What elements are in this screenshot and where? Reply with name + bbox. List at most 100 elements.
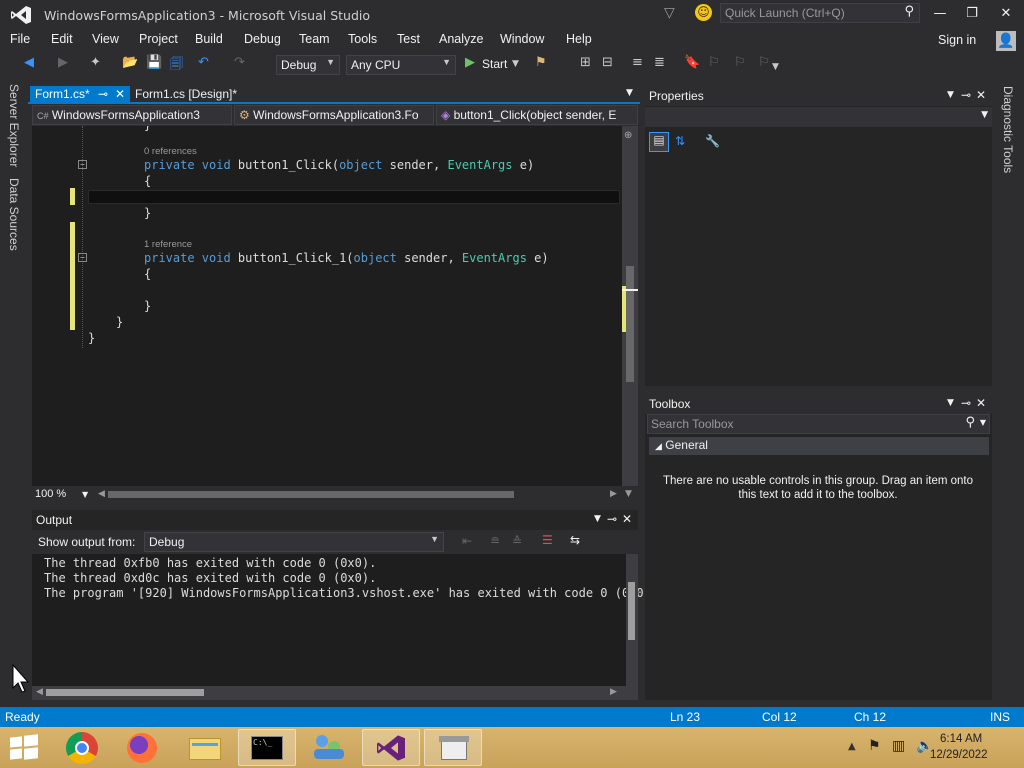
window-position-icon[interactable]: ▼ <box>947 90 954 100</box>
scrollbar-thumb[interactable] <box>628 582 635 640</box>
zoom-level[interactable]: 100 % <box>35 488 66 500</box>
output-vertical-scrollbar[interactable] <box>626 554 638 686</box>
menu-tools[interactable]: Tools <box>348 32 377 46</box>
codelens-references[interactable]: 0 references <box>144 146 197 157</box>
scroll-right-icon[interactable]: ▶ <box>610 687 617 697</box>
taskbar-visual-studio-icon[interactable] <box>362 729 420 766</box>
account-avatar-icon[interactable]: 👤 <box>996 31 1016 51</box>
toggle-word-wrap-icon[interactable]: ⇆ <box>570 533 580 547</box>
class-view-icon[interactable]: ⊟ <box>602 55 613 70</box>
output-source-select[interactable]: Debug ▼ <box>144 532 444 552</box>
clock-time[interactable]: 6:14 AM <box>940 733 982 745</box>
new-project-icon[interactable]: ✦ <box>90 55 101 70</box>
restore-button[interactable]: ❐ <box>962 4 982 24</box>
close-icon[interactable]: ✕ <box>976 396 986 410</box>
redo-icon[interactable]: ↷ <box>234 55 245 70</box>
search-icon[interactable]: ⚲ <box>965 415 975 430</box>
toolbox-search-box[interactable]: ⚲ ▼ <box>647 414 990 434</box>
member-dropdown[interactable]: ◈ button1_Click(object sender, E <box>436 105 638 125</box>
project-dropdown[interactable]: C# WindowsFormsApplication3 <box>32 105 232 125</box>
close-tab-icon[interactable]: ✕ <box>115 87 125 101</box>
output-text-area[interactable]: The thread 0xfb0 has exited with code 0 … <box>32 554 644 686</box>
tab-form1-design[interactable]: Form1.cs [Design]* <box>130 86 260 104</box>
categorized-icon[interactable]: ▤ <box>649 132 669 152</box>
window-position-icon[interactable]: ▼ <box>594 514 601 524</box>
network-icon[interactable]: ▥ <box>892 738 905 754</box>
quick-launch-box[interactable]: ⚲ <box>720 3 920 23</box>
bookmark-icon[interactable]: 🔖 <box>684 55 700 70</box>
undo-icon[interactable]: ↶ <box>198 55 209 70</box>
clear-bookmarks-icon[interactable]: ⚐ <box>758 55 770 70</box>
menu-edit[interactable]: Edit <box>51 32 73 46</box>
collapse-icon[interactable]: − <box>78 160 87 169</box>
start-button[interactable]: Start <box>482 57 507 71</box>
taskbar-file-explorer-icon[interactable] <box>176 729 234 766</box>
navigate-back-icon[interactable]: ◀ <box>24 55 34 70</box>
diagnostic-tools-tab[interactable]: Diagnostic Tools <box>1001 86 1015 173</box>
browser-link-icon[interactable]: ⚑ <box>535 55 547 70</box>
editor-vertical-scrollbar[interactable]: ⊕ <box>622 126 638 486</box>
navigate-forward-icon[interactable]: ▶ <box>58 55 68 70</box>
scroll-left-icon[interactable]: ◀ <box>98 489 105 499</box>
object-selector-dropdown[interactable]: ▼ <box>645 107 992 127</box>
prev-message-icon[interactable]: ≘ <box>490 534 500 548</box>
show-hidden-icons-icon[interactable]: ▲ <box>848 741 856 752</box>
toolbar-overflow-icon[interactable]: ▼ <box>772 62 779 72</box>
next-bookmark-icon[interactable]: ⚐ <box>734 55 746 70</box>
comment-lines-icon[interactable]: ≡ <box>632 55 643 70</box>
collapse-icon[interactable]: − <box>78 253 87 262</box>
zoom-dropdown-icon[interactable]: ▼ <box>82 490 88 499</box>
search-icon[interactable]: ⚲ <box>904 4 914 19</box>
toolbox-search-input[interactable] <box>651 416 951 432</box>
split-icon[interactable]: ⊕ <box>624 130 632 141</box>
save-all-icon[interactable]: 🗐 <box>170 55 183 77</box>
scrollbar-thumb[interactable] <box>626 266 634 382</box>
menu-build[interactable]: Build <box>195 32 223 46</box>
alphabetical-icon[interactable]: ⇅ <box>675 134 685 148</box>
menu-help[interactable]: Help <box>566 32 592 46</box>
scroll-down-icon[interactable]: ▼ <box>625 489 632 499</box>
notifications-filter-icon[interactable]: ▽ <box>664 5 675 21</box>
next-message-icon[interactable]: ≙ <box>512 534 522 548</box>
pin-icon[interactable]: ⊸ <box>961 396 971 410</box>
close-icon[interactable]: ✕ <box>622 512 632 526</box>
open-file-icon[interactable]: 📂 <box>122 55 138 70</box>
server-explorer-tab[interactable]: Server Explorer <box>7 84 21 167</box>
taskbar-network-people-icon[interactable] <box>300 729 358 766</box>
close-button[interactable]: ✕ <box>996 4 1016 24</box>
pin-icon[interactable]: ⊸ <box>98 87 108 101</box>
taskbar-chrome-icon[interactable] <box>54 729 112 766</box>
property-pages-icon[interactable]: 🔧 <box>705 134 720 148</box>
minimize-button[interactable]: — <box>930 4 950 24</box>
pin-icon[interactable]: ⊸ <box>961 88 971 102</box>
taskbar-store-app-icon[interactable] <box>424 729 482 766</box>
toolbox-group-general[interactable]: ◢ General <box>649 437 989 455</box>
start-play-icon[interactable]: ▶ <box>465 55 475 70</box>
menu-project[interactable]: Project <box>139 32 178 46</box>
status-insert-mode[interactable]: INS <box>990 710 1010 724</box>
taskbar-firefox-icon[interactable] <box>114 729 172 766</box>
close-icon[interactable]: ✕ <box>976 88 986 102</box>
feedback-smiley-icon[interactable]: ☺ <box>695 4 712 21</box>
horizontal-scroll-thumb[interactable] <box>108 491 514 498</box>
class-dropdown[interactable]: ⚙ WindowsFormsApplication3.Fo <box>234 105 434 125</box>
solution-configuration-select[interactable]: Debug ▼ <box>276 55 340 75</box>
action-center-flag-icon[interactable]: ⚑ <box>868 738 881 754</box>
prev-bookmark-icon[interactable]: ⚐ <box>708 55 720 70</box>
pin-icon[interactable]: ⊸ <box>607 512 617 526</box>
menu-window[interactable]: Window <box>500 32 544 46</box>
scrollbar-thumb[interactable] <box>46 689 204 696</box>
tab-form1-cs[interactable]: Form1.cs* ⊸ ✕ <box>30 86 130 104</box>
start-windows-icon[interactable] <box>10 734 38 761</box>
menu-test[interactable]: Test <box>397 32 420 46</box>
clock-date[interactable]: 12/29/2022 <box>930 749 988 761</box>
taskbar-command-prompt-icon[interactable]: C:\_ <box>238 729 296 766</box>
clear-all-icon[interactable]: ☰ <box>542 533 553 547</box>
data-sources-tab[interactable]: Data Sources <box>7 178 21 251</box>
sign-in-link[interactable]: Sign in <box>938 33 976 47</box>
menu-file[interactable]: File <box>10 32 30 46</box>
window-position-icon[interactable]: ▼ <box>947 398 954 408</box>
menu-view[interactable]: View <box>92 32 119 46</box>
menu-analyze[interactable]: Analyze <box>439 32 483 46</box>
output-horizontal-scrollbar[interactable]: ◀ ▶ <box>32 686 638 700</box>
